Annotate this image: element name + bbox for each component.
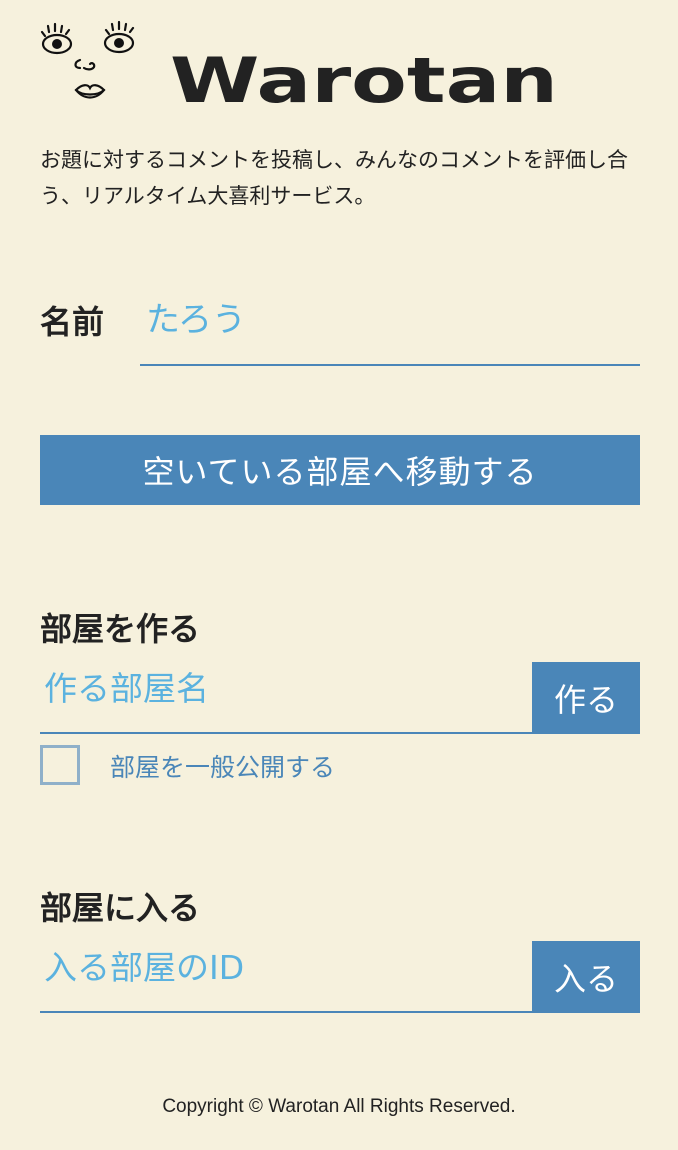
name-input[interactable] xyxy=(140,290,652,350)
name-field-wrapper xyxy=(140,290,652,366)
brand-wordmark: Warotan xyxy=(170,44,562,117)
face-icon xyxy=(38,20,138,112)
footer-copyright: Copyright © Warotan All Rights Reserved. xyxy=(162,1096,516,1117)
join-room-id-input[interactable] xyxy=(40,941,540,993)
name-label: 名前 xyxy=(40,303,105,341)
tagline: お題に対するコメントを投稿し、みんなのコメントを評価し合う、リアルタイム大喜利サ… xyxy=(40,148,628,208)
move-to-empty-room-button[interactable]: 空いている部屋へ移動する xyxy=(40,435,640,505)
public-room-checkbox-label: 部屋を一般公開する xyxy=(110,753,336,782)
create-room-name-input[interactable] xyxy=(40,662,540,714)
join-room-title: 部屋に入る xyxy=(40,889,201,927)
create-room-button[interactable]: 作る xyxy=(532,662,640,734)
public-room-checkbox[interactable] xyxy=(40,745,80,785)
create-room-title: 部屋を作る xyxy=(40,610,201,648)
brand-wordmark-text: Warotan xyxy=(170,52,558,112)
create-room-field-wrapper xyxy=(40,662,540,734)
join-room-button[interactable]: 入る xyxy=(532,941,640,1013)
join-room-field-wrapper xyxy=(40,941,540,1013)
